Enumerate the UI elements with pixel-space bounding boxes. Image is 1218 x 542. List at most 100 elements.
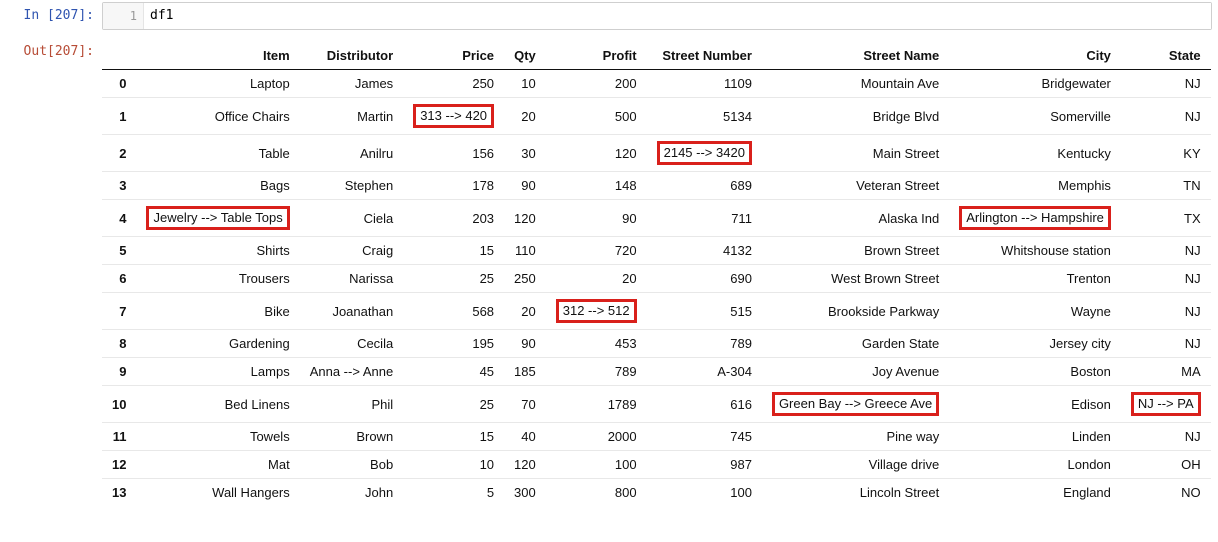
cell: 45 <box>403 358 504 386</box>
cell: Narissa <box>300 265 403 293</box>
cell: NJ <box>1121 265 1211 293</box>
cell: 720 <box>546 237 647 265</box>
cell: Cecila <box>300 330 403 358</box>
cell: Lincoln Street <box>762 479 949 507</box>
cell: 800 <box>546 479 647 507</box>
cell: MA <box>1121 358 1211 386</box>
table-row: 1Office ChairsMartin313 --> 420205005134… <box>102 98 1211 135</box>
table-row: 8GardeningCecila19590453789Garden StateJ… <box>102 330 1211 358</box>
cell: 2145 --> 3420 <box>647 135 762 172</box>
row-index: 2 <box>102 135 136 172</box>
cell: 178 <box>403 172 504 200</box>
cell: 195 <box>403 330 504 358</box>
cell: West Brown Street <box>762 265 949 293</box>
cell: 690 <box>647 265 762 293</box>
cell: 5 <box>403 479 504 507</box>
highlight-box: 312 --> 512 <box>556 299 637 323</box>
cell: 250 <box>403 70 504 98</box>
cell: 25 <box>403 265 504 293</box>
cell: 100 <box>647 479 762 507</box>
cell: 15 <box>403 237 504 265</box>
cell: 1109 <box>647 70 762 98</box>
cell: 1789 <box>546 386 647 423</box>
cell: Jewelry --> Table Tops <box>136 200 299 237</box>
cell: 453 <box>546 330 647 358</box>
cell: Wall Hangers <box>136 479 299 507</box>
code-text[interactable]: df1 <box>144 3 1211 29</box>
cell: Bed Linens <box>136 386 299 423</box>
table-row: 4Jewelry --> Table TopsCiela20312090711A… <box>102 200 1211 237</box>
row-index: 3 <box>102 172 136 200</box>
cell: 200 <box>546 70 647 98</box>
cell: Bridge Blvd <box>762 98 949 135</box>
column-header: Profit <box>546 42 647 70</box>
row-index: 6 <box>102 265 136 293</box>
cell: Pine way <box>762 423 949 451</box>
cell: Linden <box>949 423 1121 451</box>
cell: 25 <box>403 386 504 423</box>
cell: Village drive <box>762 451 949 479</box>
column-header: Street Name <box>762 42 949 70</box>
cell: 10 <box>403 451 504 479</box>
cell: 4132 <box>647 237 762 265</box>
highlight-box: NJ --> PA <box>1131 392 1201 416</box>
table-row: 6TrousersNarissa2525020690West Brown Str… <box>102 265 1211 293</box>
cell: OH <box>1121 451 1211 479</box>
cell: Veteran Street <box>762 172 949 200</box>
row-index: 8 <box>102 330 136 358</box>
table-row: 5ShirtsCraig151107204132Brown StreetWhit… <box>102 237 1211 265</box>
cell: Towels <box>136 423 299 451</box>
cell: Brown Street <box>762 237 949 265</box>
cell: John <box>300 479 403 507</box>
table-row: 12MatBob10120100987Village driveLondonOH <box>102 451 1211 479</box>
cell: Arlington --> Hampshire <box>949 200 1121 237</box>
cell: 312 --> 512 <box>546 293 647 330</box>
cell: Bags <box>136 172 299 200</box>
cell: Somerville <box>949 98 1121 135</box>
cell: Green Bay --> Greece Ave <box>762 386 949 423</box>
cell: Joy Avenue <box>762 358 949 386</box>
table-row: 7BikeJoanathan56820312 --> 512515Brooksi… <box>102 293 1211 330</box>
dataframe-header: ItemDistributorPriceQtyProfitStreet Numb… <box>102 42 1211 70</box>
cell: 300 <box>504 479 546 507</box>
cell: 120 <box>504 451 546 479</box>
cell: 10 <box>504 70 546 98</box>
cell: 90 <box>546 200 647 237</box>
column-header: State <box>1121 42 1211 70</box>
input-prompt: In [207]: <box>0 0 102 36</box>
cell: 20 <box>546 265 647 293</box>
table-row: 3BagsStephen17890148689Veteran StreetMem… <box>102 172 1211 200</box>
dataframe-table: ItemDistributorPriceQtyProfitStreet Numb… <box>102 42 1211 506</box>
cell: Trousers <box>136 265 299 293</box>
cell: Bob <box>300 451 403 479</box>
cell: England <box>949 479 1121 507</box>
cell: 689 <box>647 172 762 200</box>
row-index: 7 <box>102 293 136 330</box>
cell: 789 <box>647 330 762 358</box>
cell: NJ <box>1121 423 1211 451</box>
code-editor[interactable]: 1 df1 <box>102 2 1212 30</box>
cell: 5134 <box>647 98 762 135</box>
line-gutter: 1 <box>103 3 144 29</box>
cell: 616 <box>647 386 762 423</box>
cell: 70 <box>504 386 546 423</box>
highlight-box: 313 --> 420 <box>413 104 494 128</box>
table-row: 9LampsAnna --> Anne45185789A-304Joy Aven… <box>102 358 1211 386</box>
row-index: 1 <box>102 98 136 135</box>
column-header: Price <box>403 42 504 70</box>
cell: A-304 <box>647 358 762 386</box>
cell: 90 <box>504 172 546 200</box>
cell: Jersey city <box>949 330 1121 358</box>
cell: KY <box>1121 135 1211 172</box>
cell: Brown <box>300 423 403 451</box>
cell: 568 <box>403 293 504 330</box>
row-index: 12 <box>102 451 136 479</box>
cell: 515 <box>647 293 762 330</box>
cell: 20 <box>504 293 546 330</box>
cell: 313 --> 420 <box>403 98 504 135</box>
cell: NJ --> PA <box>1121 386 1211 423</box>
cell: 156 <box>403 135 504 172</box>
cell: 148 <box>546 172 647 200</box>
cell: James <box>300 70 403 98</box>
output-prompt: Out[207]: <box>0 36 102 512</box>
